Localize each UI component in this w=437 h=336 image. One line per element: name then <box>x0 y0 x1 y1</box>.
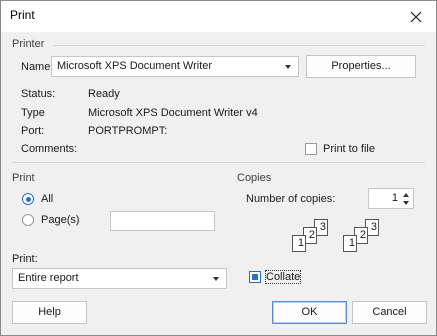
print-all-label[interactable]: All <box>41 193 53 205</box>
properties-button[interactable]: Properties... <box>306 55 416 78</box>
chevron-down-icon <box>285 65 291 69</box>
help-button[interactable]: Help <box>12 301 87 324</box>
title-bar: Print <box>1 1 436 32</box>
ok-button[interactable]: OK <box>272 301 347 324</box>
print-what-select[interactable]: Entire report <box>12 268 227 289</box>
print-all-radio[interactable] <box>22 193 34 205</box>
spin-down-icon[interactable] <box>403 201 409 205</box>
printer-name-label: Name <box>21 61 51 73</box>
status-value: Ready <box>88 88 120 100</box>
ok-button-label: OK <box>301 306 318 318</box>
print-what-label: Print: <box>12 253 38 265</box>
close-button[interactable] <box>396 1 436 32</box>
print-pages-label[interactable]: Page(s) <box>41 214 80 226</box>
type-value: Microsoft XPS Document Writer v4 <box>88 107 258 119</box>
print-to-file-label[interactable]: Print to file <box>323 143 375 155</box>
copies-group-label: Copies <box>237 172 272 184</box>
port-label: Port: <box>21 125 45 137</box>
close-icon <box>410 11 422 22</box>
spin-up-icon[interactable] <box>403 193 409 197</box>
print-to-file-checkbox[interactable] <box>305 143 317 155</box>
page-1-icon: 1 <box>343 235 357 252</box>
collate-illustration-set-2: 3 2 1 <box>343 219 395 255</box>
print-range-group-label: Print <box>12 172 35 184</box>
print-pages-radio[interactable] <box>22 214 34 226</box>
port-value: PORTPROMPT: <box>88 125 168 137</box>
printer-group-label: Printer <box>12 38 45 50</box>
collate-checkbox[interactable] <box>249 271 261 283</box>
number-of-copies-value: 1 <box>391 192 398 204</box>
help-button-label: Help <box>38 306 61 318</box>
cancel-button-label: Cancel <box>372 306 407 318</box>
window-title: Print <box>10 8 35 22</box>
comments-label: Comments: <box>21 143 78 155</box>
print-dialog: Print Printer Name Microsoft XPS Documen… <box>0 0 437 336</box>
collate-label[interactable]: Collate <box>264 270 302 284</box>
cancel-button[interactable]: Cancel <box>352 301 427 324</box>
printer-name-select[interactable]: Microsoft XPS Document Writer <box>51 56 299 77</box>
section-divider <box>12 162 425 163</box>
number-of-copies-stepper[interactable]: 1 <box>368 188 414 209</box>
chevron-down-icon <box>213 277 219 281</box>
properties-button-label: Properties... <box>331 60 391 72</box>
printer-name-value: Microsoft XPS Document Writer <box>57 60 213 72</box>
number-of-copies-label: Number of copies: <box>246 193 336 205</box>
type-label: Type <box>21 107 45 119</box>
status-label: Status: <box>21 88 56 100</box>
pages-input[interactable] <box>110 211 215 231</box>
page-1-icon: 1 <box>292 235 306 252</box>
collate-illustration-set-1: 3 2 1 <box>292 219 344 255</box>
printer-group-divider <box>53 45 425 46</box>
print-what-value: Entire report <box>18 272 79 284</box>
